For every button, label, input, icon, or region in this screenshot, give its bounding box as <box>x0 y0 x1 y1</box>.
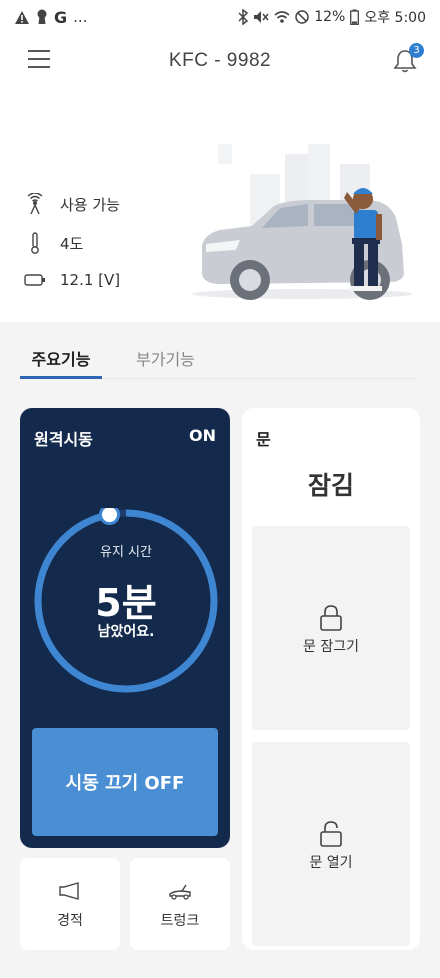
connection-status: 사용 가능 <box>60 195 120 214</box>
remote-start-card: 원격시동 ON 유지 시간 5분 남았어요. 시동 끄기 OFF <box>20 408 230 848</box>
door-title: 문 <box>256 430 271 449</box>
notification-button[interactable]: 3 <box>392 43 424 74</box>
trunk-icon <box>169 884 191 900</box>
mute-icon <box>254 11 269 23</box>
trunk-label: 트렁크 <box>160 913 200 929</box>
trunk-button[interactable]: 트렁크 <box>130 858 230 950</box>
google-icon: G <box>54 7 68 27</box>
do-not-disturb-icon <box>295 10 309 24</box>
battery-percent: 12% <box>314 9 346 25</box>
engine-off-button[interactable]: 시동 끄기 OFF <box>32 728 218 836</box>
status-bar-left: G ... <box>14 8 87 27</box>
horn-icon <box>59 882 79 900</box>
status-bar: G ... 12% 오후 5:00 <box>0 0 440 34</box>
vehicle-plate-title: KFC - 9982 <box>168 50 272 71</box>
door-card: 문 잠김 문 잠그기 문 열기 <box>242 408 420 950</box>
battery-icon <box>350 9 360 25</box>
remote-start-status: ON <box>189 426 216 445</box>
timer-suffix: 남았어요. <box>97 624 155 640</box>
timer-value: 5분 <box>95 581 157 625</box>
notification-badge: 3 <box>409 43 424 58</box>
status-bar-right: 12% 오후 5:00 <box>238 7 426 27</box>
connection-row: 사용 가능 <box>24 193 120 215</box>
voltage-row: 12.1 [V] <box>24 271 120 289</box>
voltage-value: 12.1 [V] <box>60 271 121 289</box>
lock-icon <box>320 605 342 631</box>
car-illustration <box>192 144 412 300</box>
active-tab-indicator <box>20 376 102 379</box>
unlock-door-button[interactable]: 문 열기 <box>252 742 410 946</box>
unlock-icon <box>320 821 342 847</box>
unlock-door-label: 문 열기 <box>309 855 353 871</box>
keyhole-icon <box>37 9 47 24</box>
lock-door-button[interactable]: 문 잠그기 <box>252 526 410 730</box>
hamburger-icon <box>28 50 50 52</box>
timer-label: 유지 시간 <box>100 545 152 560</box>
timer-progress-knob <box>99 508 121 526</box>
horn-label: 경적 <box>57 913 83 929</box>
temperature-row: 4도 <box>24 231 83 255</box>
feature-tabs: 주요기능 부가기능 <box>0 322 440 388</box>
vehicle-status-panel: 사용 가능 4도 12.1 [V] <box>0 88 440 322</box>
status-ellipsis: ... <box>73 8 88 26</box>
tab-additional-features[interactable]: 부가기능 <box>136 346 195 370</box>
battery-icon <box>24 274 45 286</box>
menu-button[interactable] <box>28 50 52 70</box>
lock-door-label: 문 잠그기 <box>303 639 359 655</box>
status-time: 오후 5:00 <box>364 10 426 26</box>
tab-main-features[interactable]: 주요기능 <box>20 346 102 370</box>
remote-start-title: 원격시동 <box>34 430 93 449</box>
bluetooth-icon <box>238 9 249 25</box>
door-lock-state: 잠김 <box>307 471 354 500</box>
warning-icon <box>15 10 29 24</box>
horn-button[interactable]: 경적 <box>20 858 120 950</box>
thermometer-icon <box>31 232 39 254</box>
temperature-value: 4도 <box>60 234 84 253</box>
app-bar: KFC - 9982 3 <box>0 34 440 88</box>
wifi-icon <box>274 11 290 23</box>
signal-icon <box>27 193 43 215</box>
